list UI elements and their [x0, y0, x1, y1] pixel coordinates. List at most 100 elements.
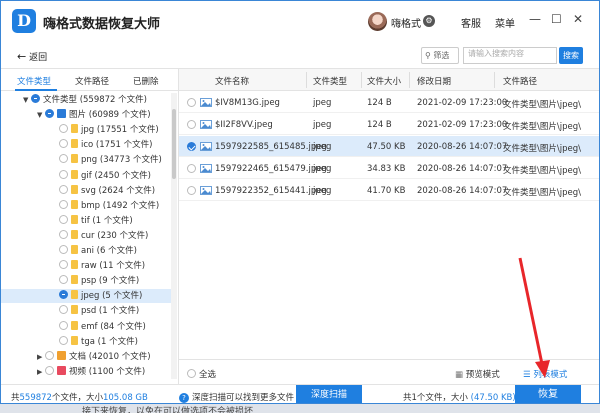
tree-checkbox[interactable]	[59, 275, 68, 285]
select-all-checkbox[interactable]: 全选	[187, 368, 216, 380]
col-date[interactable]: 修改日期	[417, 75, 451, 87]
list-mode-button[interactable]: ☰ 列表模式	[523, 368, 567, 380]
app-title: 嗨格式数据恢复大师	[43, 17, 161, 32]
image-file-icon	[200, 120, 212, 129]
settings-gear-icon[interactable]: ⚙	[423, 15, 435, 27]
deep-scan-button[interactable]: 深度扫描	[296, 385, 362, 403]
tree-checkbox[interactable]	[59, 139, 68, 149]
tree-item[interactable]: ani (6 个文件)	[1, 244, 171, 258]
col-path[interactable]: 文件路径	[503, 75, 537, 87]
tree-checkbox[interactable]	[59, 335, 68, 345]
tree-item[interactable]: psd (1 个文件)	[1, 304, 171, 318]
folder-icon	[71, 290, 78, 300]
table-row[interactable]: 1597922465_615479.jpeg jpeg 34.83 KB 2020-0…	[179, 158, 599, 179]
file-date: 2020-08-26 14:07:07	[417, 164, 508, 174]
table-row[interactable]: 1597922352_615441.jpeg jpeg 41.70 KB 2020-0…	[179, 180, 599, 201]
menu-link[interactable]: 菜单	[495, 15, 515, 30]
tree-checkbox[interactable]	[59, 320, 68, 330]
tree-item-label: tga (1 个文件)	[81, 336, 138, 347]
tree-checkbox[interactable]	[59, 290, 68, 300]
image-file-icon	[200, 186, 212, 195]
search-button[interactable]: 搜索	[559, 47, 583, 64]
list-icon: ☰	[523, 370, 531, 380]
tree-item[interactable]: bmp (1492 个文件)	[1, 199, 171, 213]
tree-item[interactable]: svg (2624 个文件)	[1, 184, 171, 198]
expand-arrow-icon[interactable]: ▶	[37, 368, 45, 376]
expand-arrow-icon[interactable]: ▶	[37, 353, 45, 361]
expand-arrow-icon[interactable]: ▼	[23, 96, 31, 104]
tree-checkbox[interactable]	[45, 109, 54, 119]
search-input[interactable]: 请输入搜索内容	[463, 47, 557, 64]
filter-button[interactable]: ⚲ 筛选	[421, 47, 459, 64]
tree-checkbox[interactable]	[59, 199, 68, 209]
tree-item[interactable]: ico (1751 个文件)	[1, 138, 171, 152]
tree-checkbox[interactable]	[59, 214, 68, 224]
tab-deleted[interactable]: 已删除	[133, 75, 159, 87]
tree-checkbox[interactable]	[59, 154, 68, 164]
col-name[interactable]: 文件名称	[215, 75, 249, 87]
tree-item[interactable]: jpeg (5 个文件)	[1, 289, 171, 304]
tree-item[interactable]: tga (1 个文件)	[1, 335, 171, 349]
tree-item[interactable]: cur (230 个文件)	[1, 229, 171, 243]
tree-checkbox[interactable]	[31, 94, 40, 103]
tree-checkbox[interactable]	[59, 169, 68, 179]
table-row[interactable]: $II2F8VV.jpeg jpeg 124 B 2021-02-09 17:23:0…	[179, 114, 599, 135]
table-row[interactable]: $IV8M13G.jpeg jpeg 124 B 2021-02-09 17:23:0…	[179, 92, 599, 113]
maximize-icon[interactable]: ☐	[551, 12, 562, 26]
tree-item[interactable]: jpg (17551 个文件)	[1, 123, 171, 137]
tree-item[interactable]: ▼ 文件类型 (559872 个文件)	[1, 93, 171, 107]
tree-checkbox[interactable]	[59, 184, 68, 194]
stat-count: 559872	[19, 393, 52, 403]
close-icon[interactable]: ✕	[573, 12, 583, 26]
file-name: 1597922585_615485.jpeg	[215, 142, 327, 152]
tab-file-type[interactable]: 文件类型	[17, 75, 51, 87]
tree-checkbox[interactable]	[45, 365, 54, 375]
folder-icon	[71, 260, 78, 270]
tree-checkbox[interactable]	[59, 229, 68, 239]
tree-item[interactable]: ▼ 图片 (60989 个文件)	[1, 108, 171, 122]
tree-scrollbar-thumb[interactable]	[172, 109, 176, 179]
tree-checkbox[interactable]	[45, 350, 54, 360]
expand-arrow-icon[interactable]: ▼	[37, 111, 45, 119]
tree-item[interactable]: ▶ 文档 (42010 个文件)	[1, 350, 171, 364]
tree-item[interactable]: ▶ 视频 (1100 个文件)	[1, 365, 171, 379]
row-checkbox[interactable]	[187, 164, 196, 173]
tree-item-label: emf (84 个文件)	[81, 321, 146, 332]
back-button[interactable]: ← 返回	[17, 50, 47, 63]
tree-checkbox[interactable]	[59, 305, 68, 315]
tree-item-label: jpg (17551 个文件)	[81, 125, 159, 136]
row-checkbox[interactable]	[187, 98, 196, 107]
tab-file-path[interactable]: 文件路径	[75, 75, 109, 87]
row-checkbox[interactable]	[187, 142, 196, 151]
preview-mode-button[interactable]: ▦ 预览模式	[455, 368, 500, 380]
tree-checkbox[interactable]	[59, 260, 68, 270]
tree-item[interactable]: psp (9 个文件)	[1, 274, 171, 288]
tree-item[interactable]: emf (84 个文件)	[1, 320, 171, 334]
tree-checkbox[interactable]	[59, 245, 68, 254]
folder-icon	[71, 335, 78, 345]
folder-icon	[57, 350, 66, 360]
folder-icon	[71, 184, 78, 194]
avatar[interactable]	[368, 12, 387, 31]
tree-item[interactable]: tif (1 个文件)	[1, 214, 171, 228]
row-checkbox[interactable]	[187, 120, 196, 129]
tree-item[interactable]: raw (11 个文件)	[1, 259, 171, 273]
table-row[interactable]: 1597922585_615485.jpeg jpeg 47.50 KB 2020-0…	[179, 136, 599, 157]
folder-icon	[71, 245, 78, 254]
service-link[interactable]: 客服	[461, 15, 481, 30]
tree-checkbox[interactable]	[59, 124, 68, 134]
col-size[interactable]: 文件大小	[367, 75, 401, 87]
left-tabs: 文件类型 文件路径 已删除	[1, 69, 178, 91]
row-checkbox[interactable]	[187, 186, 196, 195]
username[interactable]: 嗨格式	[391, 15, 421, 30]
back-label: 返回	[29, 53, 48, 63]
minimize-icon[interactable]: —	[529, 12, 541, 26]
stat-prefix: 共	[11, 393, 20, 403]
tree-item[interactable]: png (34773 个文件)	[1, 153, 171, 167]
recover-button[interactable]: 恢复	[515, 385, 581, 403]
app-logo: D	[12, 9, 36, 33]
folder-icon	[71, 199, 78, 209]
col-type[interactable]: 文件类型	[313, 75, 347, 87]
select-all-radio-icon	[187, 369, 196, 378]
tree-item[interactable]: gif (2450 个文件)	[1, 169, 171, 183]
